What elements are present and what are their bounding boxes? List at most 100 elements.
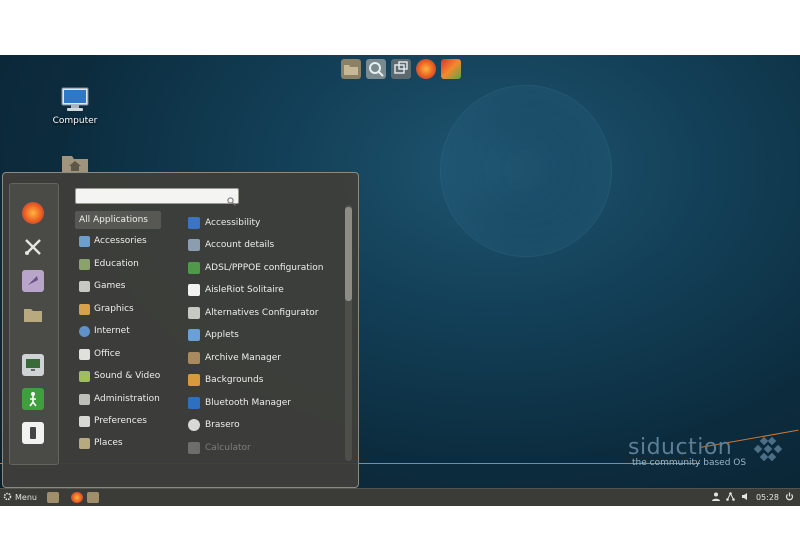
folder-icon[interactable] bbox=[86, 492, 99, 503]
category-all-applications[interactable]: All Applications bbox=[75, 211, 161, 229]
gear-icon bbox=[3, 492, 12, 503]
app-bluetooth-manager[interactable]: Bluetooth Manager bbox=[188, 394, 338, 412]
category-label: Accessories bbox=[94, 236, 147, 246]
category-preferences[interactable]: Preferences bbox=[75, 412, 161, 430]
favorites-sidebar bbox=[9, 183, 59, 465]
application-menu: All Applications Accessories Education G… bbox=[2, 172, 359, 488]
firefox-icon[interactable] bbox=[22, 202, 44, 224]
wallpaper-glow bbox=[440, 85, 612, 257]
clock[interactable]: 05:28 bbox=[756, 493, 779, 502]
app-label: Bluetooth Manager bbox=[205, 398, 292, 408]
siduction-logo: siduction the community based OS bbox=[628, 435, 746, 468]
category-label: Graphics bbox=[94, 304, 134, 314]
logout-icon[interactable] bbox=[22, 388, 44, 410]
category-label: Office bbox=[94, 349, 121, 359]
desktop-icon-label: Computer bbox=[52, 116, 98, 126]
archive-icon bbox=[188, 352, 200, 364]
folder-icon bbox=[79, 437, 90, 449]
image-viewer-icon[interactable] bbox=[366, 59, 386, 79]
app-archive-manager[interactable]: Archive Manager bbox=[188, 349, 338, 367]
category-label: Games bbox=[94, 281, 126, 291]
app-label: ADSL/PPPOE configuration bbox=[205, 263, 324, 273]
category-label: All Applications bbox=[79, 215, 148, 225]
accessories-icon bbox=[79, 235, 90, 247]
search-icon bbox=[227, 191, 236, 206]
app-list-scrollbar[interactable] bbox=[345, 205, 352, 461]
app-aisleriot-solitaire[interactable]: AisleRiot Solitaire bbox=[188, 281, 338, 299]
firefox-icon[interactable] bbox=[70, 492, 83, 503]
education-icon bbox=[79, 258, 90, 270]
category-places[interactable]: Places bbox=[75, 434, 161, 452]
app-label: Backgrounds bbox=[205, 375, 264, 385]
search-input[interactable] bbox=[75, 188, 239, 204]
network-icon[interactable] bbox=[726, 492, 735, 503]
tools-icon bbox=[79, 393, 90, 405]
category-internet[interactable]: Internet bbox=[75, 322, 161, 340]
category-education[interactable]: Education bbox=[75, 255, 161, 273]
category-label: Sound & Video bbox=[94, 371, 161, 381]
cards-icon bbox=[188, 284, 200, 296]
folder-icon[interactable] bbox=[46, 492, 59, 503]
app-label: AisleRiot Solitaire bbox=[205, 285, 284, 295]
category-label: Preferences bbox=[94, 416, 147, 426]
brand-tagline: the community based OS bbox=[632, 458, 747, 468]
office-icon bbox=[79, 348, 90, 360]
bottom-panel: Menu 05:28 bbox=[0, 488, 800, 506]
category-games[interactable]: Games bbox=[75, 277, 161, 295]
folder-icon[interactable] bbox=[341, 59, 361, 79]
category-graphics[interactable]: Graphics bbox=[75, 300, 161, 318]
app-label: Applets bbox=[205, 330, 239, 340]
applets-icon bbox=[188, 329, 200, 341]
bluetooth-icon bbox=[188, 397, 200, 409]
computer-icon bbox=[60, 87, 90, 113]
app-alternatives-configurator[interactable]: Alternatives Configurator bbox=[188, 304, 338, 322]
app-launcher-icon[interactable] bbox=[441, 59, 461, 79]
software-manager-icon[interactable] bbox=[22, 270, 44, 292]
menu-button[interactable]: Menu bbox=[0, 489, 43, 506]
menu-button-label: Menu bbox=[15, 493, 37, 502]
category-administration[interactable]: Administration bbox=[75, 390, 161, 408]
app-applets[interactable]: Applets bbox=[188, 326, 338, 344]
volume-icon[interactable] bbox=[741, 492, 750, 503]
user-icon[interactable] bbox=[711, 492, 720, 503]
app-brasero[interactable]: Brasero bbox=[188, 416, 338, 434]
settings-tools-icon[interactable] bbox=[22, 236, 44, 258]
category-label: Places bbox=[94, 438, 123, 448]
brand-name: siduction bbox=[628, 435, 733, 460]
system-tray: 05:28 bbox=[711, 489, 794, 506]
configurator-icon bbox=[188, 307, 200, 319]
shutdown-icon[interactable] bbox=[22, 422, 44, 444]
disc-icon bbox=[188, 419, 200, 431]
monitor-icon[interactable] bbox=[22, 354, 44, 376]
app-label: Alternatives Configurator bbox=[205, 308, 319, 318]
screenshot-icon[interactable] bbox=[391, 59, 411, 79]
scrollbar-thumb[interactable] bbox=[345, 207, 352, 301]
app-adsl-pppoe[interactable]: ADSL/PPPOE configuration bbox=[188, 259, 338, 277]
app-accessibility[interactable]: Accessibility bbox=[188, 214, 338, 232]
calculator-icon bbox=[188, 442, 200, 454]
app-label: Brasero bbox=[205, 420, 240, 430]
backgrounds-icon bbox=[188, 374, 200, 386]
firefox-icon[interactable] bbox=[416, 59, 436, 79]
app-backgrounds[interactable]: Backgrounds bbox=[188, 371, 338, 389]
top-launcher-panel bbox=[337, 57, 467, 81]
graphics-icon bbox=[79, 303, 90, 315]
network-icon bbox=[188, 262, 200, 274]
folder-icon[interactable] bbox=[22, 304, 44, 326]
games-icon bbox=[79, 280, 90, 292]
category-accessories[interactable]: Accessories bbox=[75, 232, 161, 250]
app-label: Accessibility bbox=[205, 218, 261, 228]
category-sound-video[interactable]: Sound & Video bbox=[75, 367, 161, 385]
category-label: Education bbox=[94, 259, 139, 269]
app-calculator[interactable]: Calculator bbox=[188, 439, 338, 457]
category-label: Administration bbox=[94, 394, 160, 404]
category-label: Internet bbox=[94, 326, 130, 336]
power-icon[interactable] bbox=[785, 492, 794, 503]
multimedia-icon bbox=[79, 370, 90, 382]
desktop-icon-computer[interactable]: Computer bbox=[45, 87, 105, 126]
category-office[interactable]: Office bbox=[75, 345, 161, 363]
app-label: Archive Manager bbox=[205, 353, 281, 363]
globe-icon bbox=[79, 325, 90, 337]
preferences-icon bbox=[79, 415, 90, 427]
app-account-details[interactable]: Account details bbox=[188, 236, 338, 254]
